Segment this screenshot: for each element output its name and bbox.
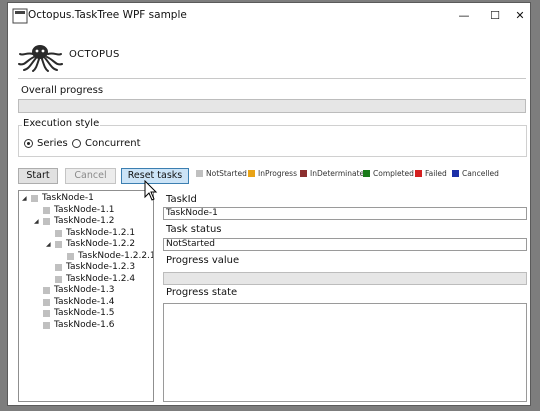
legend-swatch	[248, 170, 255, 177]
tree-node[interactable]: TaskNode-1.3	[34, 285, 114, 295]
tree-node-label: TaskNode-1.1	[54, 205, 115, 215]
legend-in-progress: InProgress	[248, 169, 297, 178]
tree-node[interactable]: TaskNode-1.5	[34, 308, 114, 318]
task-status-field[interactable]: NotStarted	[163, 238, 527, 251]
status-square-icon	[43, 298, 50, 306]
tree-node-label: TaskNode-1	[42, 193, 94, 203]
legend-not-started: NotStarted	[196, 169, 247, 178]
tree-node-label: TaskNode-1.3	[54, 285, 115, 295]
radio-concurrent-label: Concurrent	[85, 138, 141, 149]
collapse-arrow-icon[interactable]: ◢	[34, 218, 41, 225]
tree-node-label: TaskNode-1.2	[54, 216, 115, 226]
tree-node[interactable]: TaskNode-1.2.2.1	[58, 251, 154, 261]
tree-node[interactable]: ◢ TaskNode-1	[22, 193, 94, 203]
mouse-cursor-icon	[144, 180, 158, 201]
status-square-icon	[43, 321, 50, 329]
status-square-icon	[55, 275, 62, 283]
collapse-arrow-icon[interactable]: ◢	[46, 241, 53, 248]
legend-label: NotStarted	[206, 169, 247, 178]
status-square-icon	[55, 229, 62, 237]
radio-concurrent[interactable]: Concurrent	[72, 138, 141, 149]
app-icon	[12, 8, 28, 24]
tree-node-label: TaskNode-1.2.1	[66, 228, 136, 238]
legend-label: Completed	[373, 169, 414, 178]
close-button[interactable]: ✕	[509, 7, 531, 25]
radio-concurrent-dot[interactable]	[72, 139, 81, 148]
collapse-arrow-icon[interactable]: ◢	[22, 195, 29, 202]
task-id-label: TaskId	[166, 194, 197, 205]
tree-node-label: TaskNode-1.2.4	[66, 274, 136, 284]
title-bar[interactable]: Octopus.TaskTree WPF sample — ☐ ✕	[8, 3, 530, 29]
progress-state-box[interactable]	[163, 303, 527, 402]
progress-value-bar	[163, 272, 527, 285]
legend-cancelled: Cancelled	[452, 169, 499, 178]
tree-node-label: TaskNode-1.5	[54, 308, 115, 318]
maximize-button[interactable]: ☐	[484, 7, 506, 25]
tree-node-label: TaskNode-1.2.3	[66, 262, 136, 272]
legend-label: Failed	[425, 169, 447, 178]
start-button[interactable]: Start	[18, 168, 58, 184]
legend-swatch	[363, 170, 370, 177]
status-square-icon	[43, 206, 50, 214]
progress-state-label: Progress state	[166, 287, 238, 298]
status-square-icon	[43, 286, 50, 294]
tree-node[interactable]: TaskNode-1.4	[34, 297, 114, 307]
status-square-icon	[31, 194, 38, 202]
legend-swatch	[300, 170, 307, 177]
legend-label: InDeterminate	[310, 169, 365, 178]
radio-series-label: Series	[37, 138, 68, 149]
tree-node[interactable]: TaskNode-1.2.4	[46, 274, 135, 284]
tree-node[interactable]: TaskNode-1.2.1	[46, 228, 135, 238]
legend-completed: Completed	[363, 169, 414, 178]
status-square-icon	[43, 309, 50, 317]
tree-node[interactable]: TaskNode-1.1	[34, 205, 114, 215]
tree-node[interactable]: TaskNode-1.2.3	[46, 262, 135, 272]
main-window: Octopus.TaskTree WPF sample — ☐ ✕ OCTOPU…	[7, 2, 531, 406]
legend-label: Cancelled	[462, 169, 499, 178]
overall-progress-label: Overall progress	[21, 85, 104, 96]
status-square-icon	[55, 263, 62, 271]
task-id-field[interactable]: TaskNode-1	[163, 207, 527, 220]
legend-in-determinate: InDeterminate	[300, 169, 364, 178]
status-square-icon	[55, 240, 62, 248]
header-divider	[18, 78, 526, 79]
overall-progress-bar	[18, 99, 526, 113]
app-name: OCTOPUS	[69, 49, 120, 60]
cancel-button[interactable]: Cancel	[65, 168, 116, 184]
progress-value-label: Progress value	[166, 255, 240, 266]
tree-node[interactable]: ◢ TaskNode-1.2.2	[46, 239, 135, 249]
legend-failed: Failed	[415, 169, 447, 178]
legend-label: InProgress	[258, 169, 297, 178]
status-square-icon	[67, 252, 74, 260]
tree-node-label: TaskNode-1.6	[54, 320, 115, 330]
tree-node[interactable]: ◢ TaskNode-1.2	[34, 216, 114, 226]
radio-series[interactable]: Series	[24, 138, 68, 149]
octopus-logo-icon	[18, 45, 63, 72]
task-status-label: Task status	[166, 224, 222, 235]
radio-series-dot[interactable]	[24, 139, 33, 148]
task-tree[interactable]: ◢ TaskNode-1 TaskNode-1.1 ◢ TaskNode-1.2 T…	[18, 190, 154, 402]
legend-swatch	[196, 170, 203, 177]
status-square-icon	[43, 217, 50, 225]
execution-style-label: Execution style	[22, 118, 101, 129]
tree-node-label: TaskNode-1.2.2	[66, 239, 136, 249]
tree-node-label: TaskNode-1.2.2.1	[78, 251, 154, 261]
legend-swatch	[415, 170, 422, 177]
legend-swatch	[452, 170, 459, 177]
minimize-button[interactable]: —	[453, 7, 475, 25]
tree-node-label: TaskNode-1.4	[54, 297, 115, 307]
window-title: Octopus.TaskTree WPF sample	[28, 9, 187, 21]
tree-node[interactable]: TaskNode-1.6	[34, 320, 114, 330]
